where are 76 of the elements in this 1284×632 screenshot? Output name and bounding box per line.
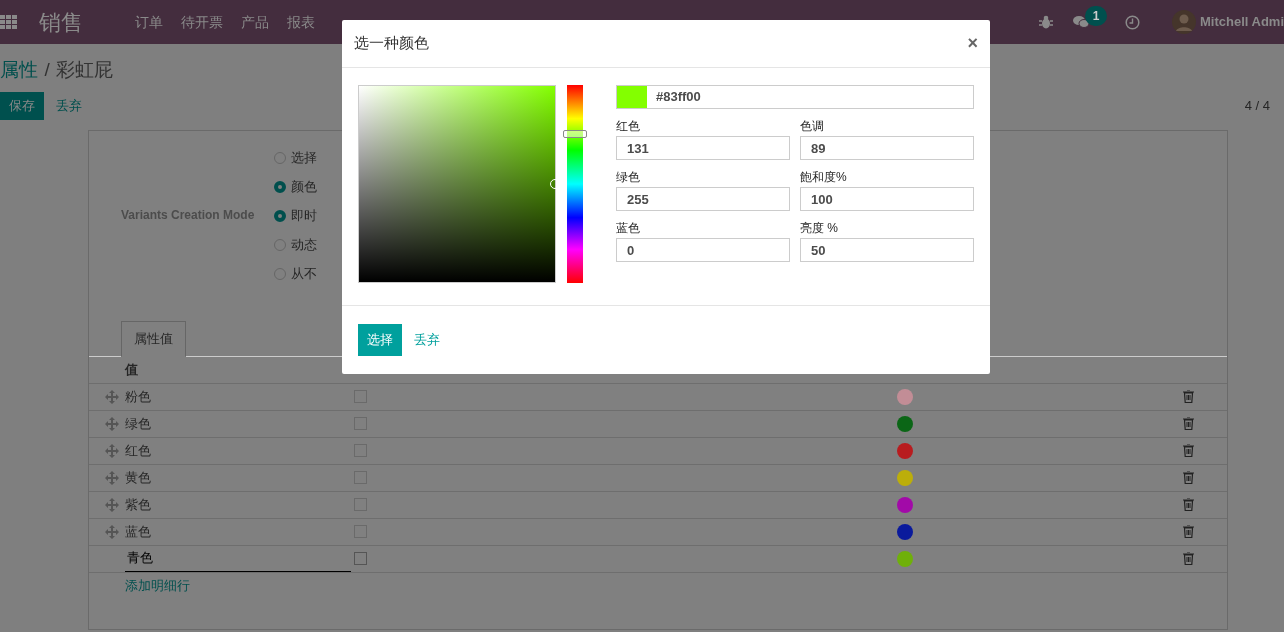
radio-button[interactable] bbox=[274, 267, 286, 280]
pager[interactable]: 4 / 4 bbox=[1244, 96, 1270, 116]
dialog-title: 选一种颜色 bbox=[354, 33, 429, 54]
field-label: 绿色 bbox=[616, 169, 641, 186]
radio-label: 从不 bbox=[291, 264, 317, 283]
field-label: 蓝色 bbox=[616, 220, 641, 237]
add-line-link[interactable]: 添加明细行 bbox=[125, 575, 190, 595]
radio-label: 选择 bbox=[291, 148, 317, 167]
color-swatch[interactable] bbox=[897, 388, 913, 405]
delete-icon[interactable] bbox=[1183, 417, 1194, 430]
field-label: 红色 bbox=[616, 118, 641, 135]
table-cell-text: 红色 bbox=[125, 441, 151, 460]
field-label: 飽和度% bbox=[800, 169, 848, 186]
number-input[interactable]: 131 bbox=[616, 136, 790, 160]
drag-handle-icon[interactable] bbox=[105, 470, 119, 485]
number-input[interactable]: 50 bbox=[800, 238, 974, 262]
color-swatch[interactable] bbox=[897, 550, 913, 567]
column-header: 值 bbox=[125, 360, 138, 379]
notification-badge: 1 bbox=[1084, 6, 1108, 27]
table-cell-text: 绿色 bbox=[125, 414, 151, 433]
record-title: 彩虹屁 bbox=[56, 58, 114, 82]
table-cell-text: 蓝色 bbox=[125, 522, 151, 541]
apps-menu-icon[interactable] bbox=[0, 15, 17, 29]
color-swatch[interactable] bbox=[897, 442, 913, 459]
select-button[interactable]: 选择 bbox=[358, 324, 402, 356]
number-input[interactable]: 0 bbox=[616, 238, 790, 262]
menu-item[interactable]: 产品 bbox=[241, 11, 269, 33]
delete-icon[interactable] bbox=[1183, 525, 1194, 538]
delete-icon[interactable] bbox=[1183, 390, 1194, 403]
tab[interactable]: 属性值 bbox=[121, 321, 186, 357]
field-label: 亮度 % bbox=[800, 220, 839, 237]
radio-button[interactable] bbox=[274, 209, 286, 222]
user-name[interactable]: Mitchell Admi bbox=[1199, 12, 1284, 32]
color-swatch[interactable] bbox=[897, 523, 913, 540]
menu-item[interactable]: 报表 bbox=[287, 11, 315, 33]
discard-button[interactable]: 丢弃 bbox=[44, 92, 94, 120]
app-title[interactable]: 销售 bbox=[39, 5, 83, 39]
avatar[interactable] bbox=[1171, 10, 1196, 34]
discard-button[interactable]: 丢弃 bbox=[402, 326, 452, 354]
color-swatch[interactable] bbox=[897, 469, 913, 486]
checkbox[interactable] bbox=[354, 552, 367, 565]
drag-handle-icon[interactable] bbox=[105, 416, 119, 431]
table-cell-text: 紫色 bbox=[125, 495, 151, 514]
drag-handle-icon[interactable] bbox=[105, 443, 119, 458]
menu-item[interactable]: 待开票 bbox=[181, 11, 223, 33]
drag-handle-icon[interactable] bbox=[105, 497, 119, 512]
delete-icon[interactable] bbox=[1183, 471, 1194, 484]
delete-icon[interactable] bbox=[1183, 498, 1194, 511]
color-gradient-area[interactable] bbox=[358, 85, 556, 283]
breadcrumb-separator: / bbox=[44, 58, 50, 82]
radio-label: 即时 bbox=[291, 206, 317, 225]
delete-icon[interactable] bbox=[1183, 444, 1194, 457]
radio-button[interactable] bbox=[274, 180, 286, 193]
save-button[interactable]: 保存 bbox=[0, 92, 44, 120]
radio-label: 动态 bbox=[291, 235, 317, 254]
drag-handle-icon[interactable] bbox=[105, 389, 119, 404]
breadcrumb-link[interactable]: 属性 bbox=[0, 56, 38, 92]
drag-handle-icon[interactable] bbox=[105, 524, 119, 539]
radio-button[interactable] bbox=[274, 151, 286, 164]
table-cell-text: 黄色 bbox=[125, 468, 151, 487]
color-swatch[interactable] bbox=[897, 496, 913, 513]
delete-icon[interactable] bbox=[1183, 552, 1194, 565]
menu-item[interactable]: 订单 bbox=[135, 11, 163, 33]
table-cell-text: 粉色 bbox=[125, 387, 151, 406]
field-label: 色调 bbox=[800, 118, 825, 135]
number-input[interactable]: 89 bbox=[800, 136, 974, 160]
number-input[interactable]: 100 bbox=[800, 187, 974, 211]
hex-field[interactable]: #83ff00 bbox=[616, 85, 974, 109]
number-input[interactable]: 255 bbox=[616, 187, 790, 211]
color-preview bbox=[617, 86, 647, 108]
clock-icon[interactable] bbox=[1124, 14, 1140, 30]
close-button[interactable]: × bbox=[967, 30, 978, 57]
radio-label: 颜色 bbox=[291, 177, 317, 196]
bug-icon[interactable] bbox=[1039, 15, 1054, 29]
color-swatch[interactable] bbox=[897, 415, 913, 432]
radio-button[interactable] bbox=[274, 238, 286, 251]
